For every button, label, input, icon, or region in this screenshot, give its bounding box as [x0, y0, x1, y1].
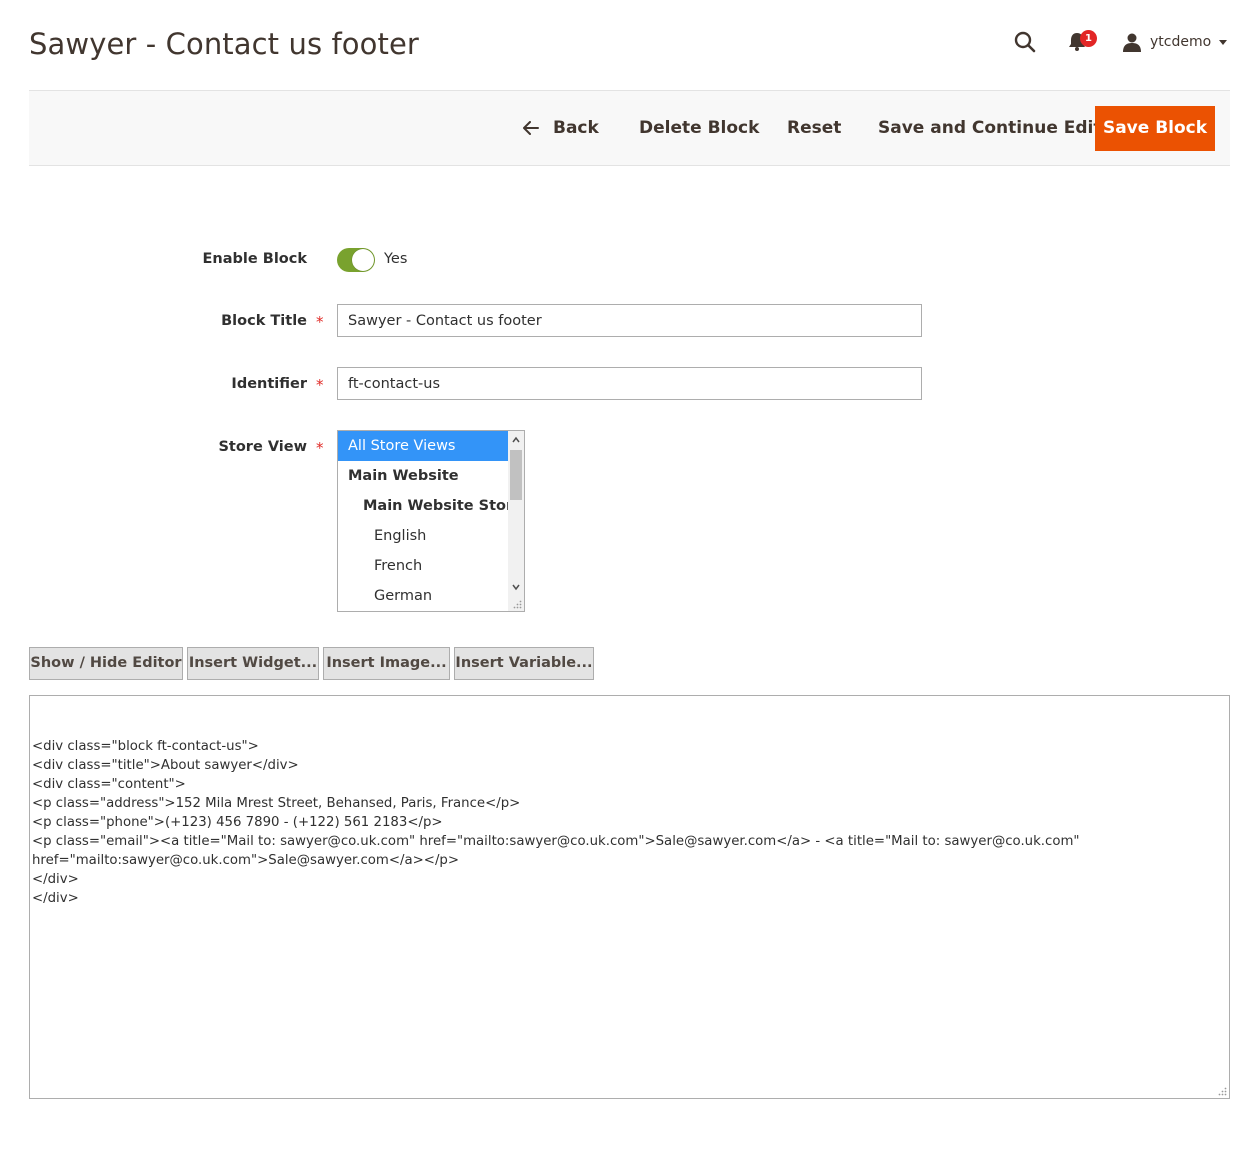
content-line: <div class="title">About sawyer</div>	[32, 758, 299, 773]
enable-block-label: Enable Block	[202, 251, 307, 267]
store-view-multiselect[interactable]: All Store Views Main Website Main Websit…	[337, 430, 525, 612]
back-button-label: Back	[553, 118, 599, 138]
scrollbar-thumb[interactable]	[510, 450, 522, 500]
content-line: <p class="email"><a title="Mail to: sawy…	[32, 834, 1080, 849]
username: ytcdemo	[1150, 34, 1212, 50]
scroll-down-icon[interactable]	[512, 583, 520, 591]
store-option-german[interactable]: German	[338, 581, 508, 611]
store-option-english[interactable]: English	[338, 521, 508, 551]
save-block-button[interactable]: Save Block	[1095, 106, 1215, 151]
scroll-up-icon[interactable]	[512, 436, 520, 444]
content-line: <div class="content">	[32, 777, 186, 792]
required-asterisk: *	[316, 313, 324, 331]
required-asterisk: *	[316, 439, 324, 457]
user-icon	[1123, 33, 1141, 52]
search-icon[interactable]	[1013, 30, 1037, 54]
identifier-label: Identifier	[231, 376, 307, 392]
enable-block-toggle[interactable]	[337, 248, 375, 272]
store-option-store[interactable]: Main Website Store	[338, 491, 523, 521]
notification-count-badge: 1	[1080, 30, 1097, 47]
content-line: href="mailto:sawyer@co.uk.com">Sale@sawy…	[32, 853, 459, 868]
store-option-french[interactable]: French	[338, 551, 508, 581]
content-line: </div>	[32, 872, 79, 887]
save-and-continue-button[interactable]: Save and Continue Edit	[878, 105, 1102, 151]
insert-image-button[interactable]: Insert Image...	[323, 647, 450, 680]
content-line: <div class="block ft-contact-us">	[32, 739, 259, 754]
enable-block-value: Yes	[384, 251, 408, 267]
page-title: Sawyer - Contact us footer	[29, 27, 419, 61]
required-asterisk: *	[316, 376, 324, 394]
show-hide-editor-button[interactable]: Show / Hide Editor	[29, 647, 183, 680]
content-line: </div>	[32, 891, 79, 906]
chevron-down-icon	[1219, 39, 1228, 45]
arrow-left-icon	[523, 121, 539, 135]
block-title-input[interactable]	[337, 304, 922, 337]
content-line: <p class="phone">(+123) 456 7890 - (+122…	[32, 815, 443, 830]
store-view-label: Store View	[218, 439, 307, 455]
block-title-label: Block Title	[221, 313, 307, 329]
content-line: <p class="address">152 Mila Mrest Street…	[32, 796, 521, 811]
identifier-input[interactable]	[337, 367, 922, 400]
toggle-knob	[352, 249, 374, 271]
delete-block-button[interactable]: Delete Block	[639, 105, 759, 151]
store-option-all[interactable]: All Store Views	[338, 431, 508, 461]
reset-button[interactable]: Reset	[787, 105, 841, 151]
resize-grip-icon[interactable]	[513, 600, 522, 609]
insert-variable-button[interactable]: Insert Variable...	[454, 647, 594, 680]
back-button[interactable]: Back	[523, 105, 599, 151]
insert-widget-button[interactable]: Insert Widget...	[187, 647, 319, 680]
store-option-website[interactable]: Main Website	[338, 461, 508, 491]
user-menu[interactable]: ytcdemo	[1122, 30, 1228, 54]
content-textarea[interactable]: <div class="block ft-contact-us"> <div cl…	[29, 695, 1230, 1099]
resize-grip-icon[interactable]	[1218, 1087, 1227, 1096]
scrollbar[interactable]	[508, 431, 524, 611]
